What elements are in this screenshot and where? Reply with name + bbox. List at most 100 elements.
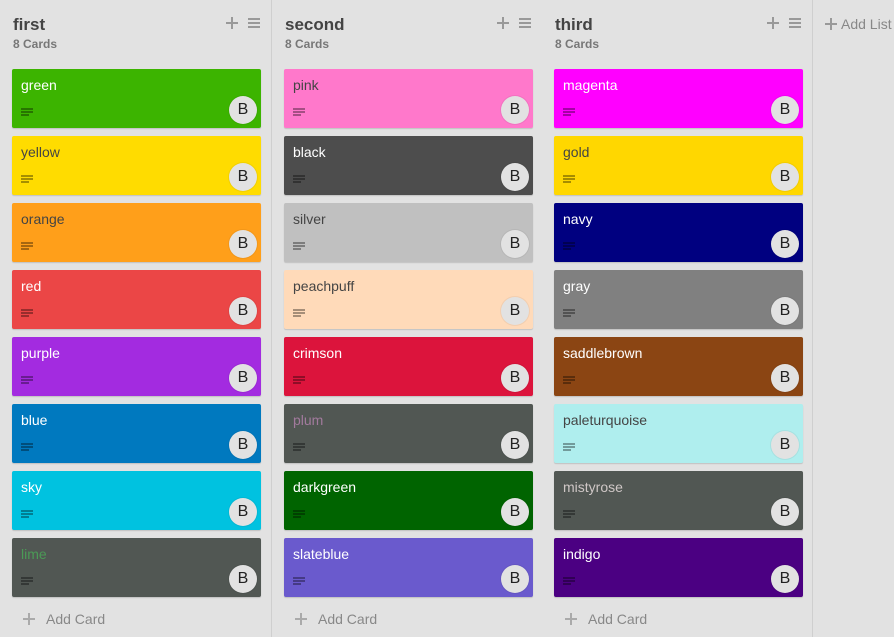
add-list-button[interactable]: Add List [825,16,892,32]
card[interactable]: red B [12,270,261,329]
card[interactable]: lime B [12,538,261,597]
card-title: magenta [563,77,618,93]
avatar[interactable]: B [501,431,529,459]
avatar[interactable]: B [771,297,799,325]
plus-icon [22,612,36,626]
avatar[interactable]: B [229,364,257,392]
list-header: third 8 Cards [542,0,812,60]
description-icon [21,376,33,385]
add-card-button[interactable]: Add Card [294,611,377,627]
card[interactable]: darkgreen B [284,471,533,530]
plus-icon [825,18,837,30]
list-menu-icon[interactable] [518,16,532,30]
card[interactable]: gold B [554,136,803,195]
description-icon [563,175,575,184]
avatar[interactable]: B [771,364,799,392]
card[interactable]: blue B [12,404,261,463]
card-title: plum [293,412,324,428]
card[interactable]: pink B [284,69,533,128]
board: first 8 Cards green B yellow Borange B red B pu… [0,0,894,637]
avatar[interactable]: B [771,565,799,593]
description-icon [21,510,33,519]
list-actions [496,16,532,30]
card[interactable]: orange B [12,203,261,262]
card-title: gold [563,144,590,160]
avatar[interactable]: B [501,230,529,258]
card[interactable]: black B [284,136,533,195]
avatar[interactable]: B [771,230,799,258]
card[interactable]: indigo B [554,538,803,597]
avatar[interactable]: B [501,297,529,325]
card-title: lime [21,546,47,562]
avatar[interactable]: B [501,96,529,124]
card-title: mistyrose [563,479,623,495]
list-menu-icon[interactable] [788,16,802,30]
card-title: blue [21,412,48,428]
list-title[interactable]: first [13,15,45,35]
list-actions [225,16,261,30]
avatar[interactable]: B [771,163,799,191]
card[interactable]: magenta B [554,69,803,128]
add-card-button[interactable]: Add Card [22,611,105,627]
description-icon [563,577,575,586]
list-actions [766,16,802,30]
card[interactable]: sky B [12,471,261,530]
card-title: indigo [563,546,601,562]
card-title: purple [21,345,60,361]
list-title[interactable]: third [555,15,593,35]
card-title: black [293,144,326,160]
card[interactable]: silver B [284,203,533,262]
add-card-button[interactable]: Add Card [564,611,647,627]
add-card-plus-icon[interactable] [496,16,510,30]
card[interactable]: mistyrose B [554,471,803,530]
add-list-label: Add List [841,16,892,32]
description-icon [563,443,575,452]
avatar[interactable]: B [229,297,257,325]
description-icon [293,242,305,251]
list-first: first 8 Cards green B yellow Borange B red B pu… [0,0,272,637]
list-title[interactable]: second [285,15,345,35]
card-title: paleturquoise [563,412,648,428]
avatar[interactable]: B [229,96,257,124]
card[interactable]: yellow B [12,136,261,195]
card-title: yellow [21,144,60,160]
description-icon [293,443,305,452]
avatar[interactable]: B [771,498,799,526]
card[interactable]: plum B [284,404,533,463]
card-title: gray [563,278,591,294]
card[interactable]: gray B [554,270,803,329]
list-card-count: 8 Cards [13,37,58,51]
list-menu-icon[interactable] [247,16,261,30]
avatar[interactable]: B [771,431,799,459]
list-card-count: 8 Cards [285,37,330,51]
card-title: crimson [293,345,343,361]
avatar[interactable]: B [229,498,257,526]
card[interactable]: crimson B [284,337,533,396]
avatar[interactable]: B [501,364,529,392]
avatar[interactable]: B [501,163,529,191]
card[interactable]: navy B [554,203,803,262]
card[interactable]: peachpuff B [284,270,533,329]
card[interactable]: green B [12,69,261,128]
avatar[interactable]: B [501,565,529,593]
avatar[interactable]: B [229,565,257,593]
avatar[interactable]: B [229,431,257,459]
add-card-plus-icon[interactable] [225,16,239,30]
plus-icon [294,612,308,626]
avatar[interactable]: B [229,230,257,258]
avatar[interactable]: B [229,163,257,191]
card[interactable]: saddlebrown B [554,337,803,396]
card[interactable]: slateblue B [284,538,533,597]
description-icon [21,108,33,117]
card[interactable]: purple B [12,337,261,396]
card[interactable]: paleturquoise B [554,404,803,463]
add-card-plus-icon[interactable] [766,16,780,30]
description-icon [293,108,305,117]
description-icon [293,175,305,184]
description-icon [563,108,575,117]
description-icon [563,376,575,385]
avatar[interactable]: B [501,498,529,526]
card-title: navy [563,211,593,227]
avatar[interactable]: B [771,96,799,124]
card-title: slateblue [293,546,350,562]
